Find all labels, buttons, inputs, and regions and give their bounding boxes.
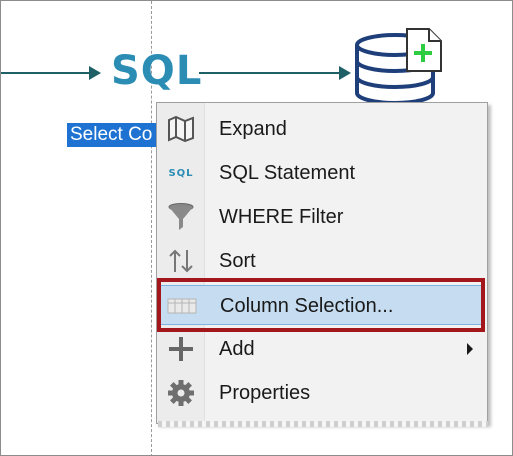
- node-label-selected[interactable]: Select Co: [67, 123, 163, 147]
- context-menu: Expand SQL SQL Statement WHERE Filter So…: [156, 102, 488, 424]
- funnel-icon: [166, 202, 196, 232]
- menu-item-add[interactable]: Add: [159, 329, 483, 369]
- connector-arrowhead-in: [89, 66, 101, 80]
- database-new-icon[interactable]: [353, 27, 445, 112]
- connector-line-in: [1, 72, 89, 74]
- sql-node[interactable]: SQL: [111, 47, 202, 95]
- submenu-arrow-icon: [467, 343, 473, 355]
- menu-item-column-selection[interactable]: Column Selection...: [159, 285, 483, 325]
- sort-arrows-icon: [166, 246, 196, 276]
- map-icon: [166, 114, 196, 144]
- gear-icon: [166, 378, 196, 408]
- plus-icon: [166, 334, 196, 364]
- connector-arrowhead-out: [339, 66, 351, 80]
- columns-icon: [167, 291, 197, 321]
- menu-item-expand[interactable]: Expand: [159, 109, 483, 149]
- menu-item-label: Properties: [219, 382, 311, 404]
- menu-item-label: Expand: [219, 118, 287, 140]
- menu-item-where-filter[interactable]: WHERE Filter: [159, 197, 483, 237]
- menu-item-sql-statement[interactable]: SQL SQL Statement: [159, 153, 483, 193]
- canvas: SQL Select Co Expand SQL SQL Statement W…: [0, 0, 513, 456]
- connector-line-out: [199, 72, 339, 74]
- menu-item-label: Column Selection...: [220, 295, 394, 317]
- sql-text-icon: SQL: [166, 158, 196, 188]
- menu-item-label: Add: [219, 338, 255, 360]
- menu-item-properties[interactable]: Properties: [159, 373, 483, 413]
- sql-icon-text: SQL: [168, 167, 194, 179]
- menu-item-label: SQL Statement: [219, 162, 355, 184]
- menu-shadow-edge: [158, 421, 488, 427]
- menu-item-sort[interactable]: Sort: [159, 241, 483, 281]
- menu-item-label: Sort: [219, 250, 256, 272]
- menu-item-label: WHERE Filter: [219, 206, 344, 228]
